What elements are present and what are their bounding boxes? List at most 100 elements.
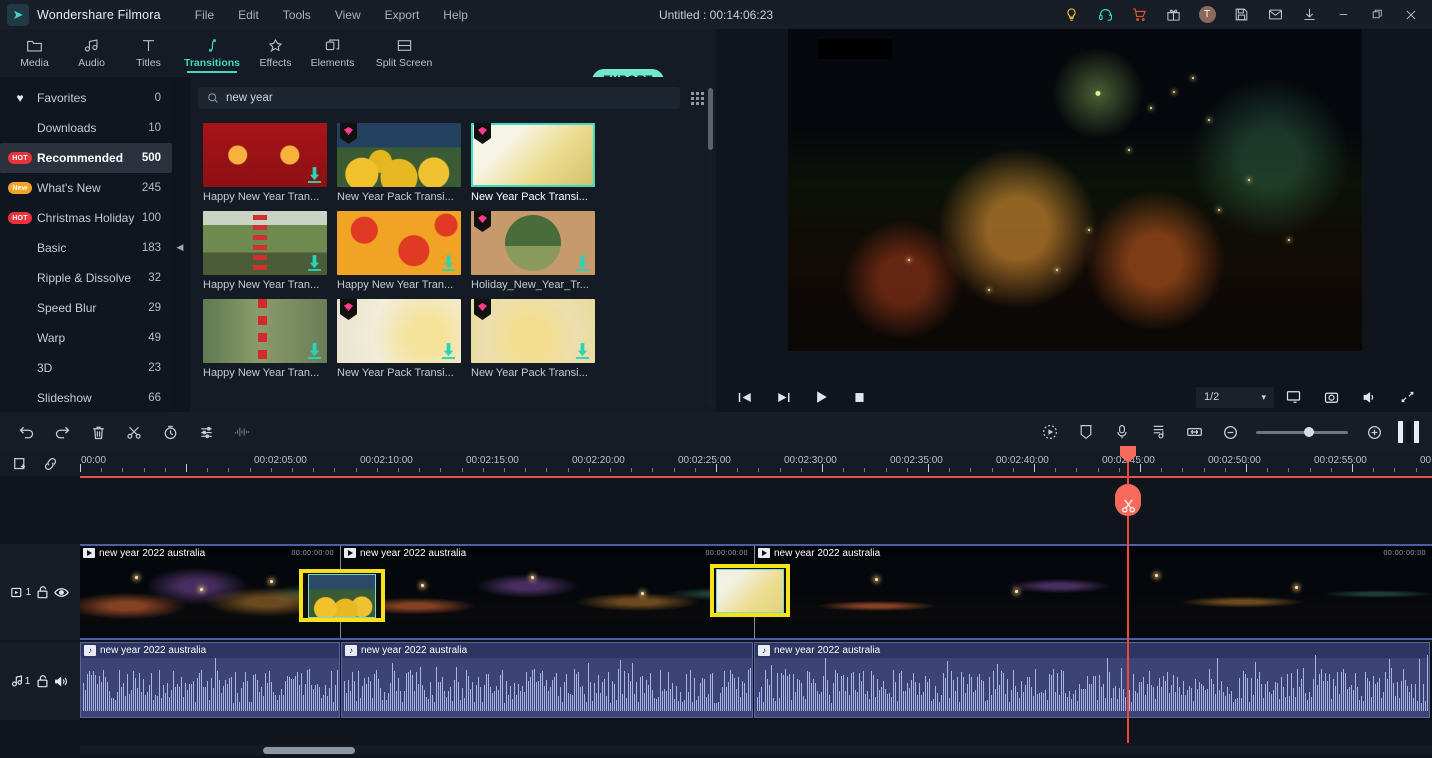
- record-button[interactable]: [1032, 412, 1068, 452]
- timeline-hscroll-thumb[interactable]: [263, 747, 355, 754]
- fit-timeline-button[interactable]: [1176, 412, 1212, 452]
- transition-item[interactable]: Happy New Year Tran...: [337, 211, 461, 291]
- save-icon[interactable]: [1224, 0, 1258, 29]
- tab-transitions[interactable]: Transitions: [177, 29, 247, 77]
- color-adjust-button[interactable]: [188, 412, 224, 452]
- tab-audio[interactable]: Audio: [63, 29, 120, 77]
- menu-export[interactable]: Export: [373, 3, 432, 27]
- fullscreen-button[interactable]: [1388, 382, 1426, 412]
- menu-file[interactable]: File: [183, 3, 226, 27]
- tab-titles[interactable]: Titles: [120, 29, 177, 77]
- download-icon[interactable]: [308, 167, 321, 184]
- video-clip[interactable]: new year 2022 australia 00:00:00:00: [754, 546, 1432, 638]
- audio-clip[interactable]: ♪ new year 2022 australia: [754, 642, 1430, 718]
- snapshot-button[interactable]: [1312, 382, 1350, 412]
- preview-video[interactable]: [788, 29, 1362, 351]
- sidebar-item-basic[interactable]: Basic 183: [0, 233, 172, 263]
- tab-split-screen[interactable]: Split Screen: [361, 29, 447, 77]
- prev-frame-button[interactable]: [726, 382, 764, 412]
- audio-track[interactable]: ♪ new year 2022 australia ♪ new year 202…: [80, 642, 1432, 720]
- transition-item[interactable]: New Year Pack Transi...: [337, 123, 461, 203]
- menu-help[interactable]: Help: [431, 3, 480, 27]
- transition-item[interactable]: Happy New Year Tran...: [203, 123, 327, 203]
- next-frame-button[interactable]: [764, 382, 802, 412]
- sidebar-item-3d[interactable]: 3D 23: [0, 353, 172, 383]
- browser-scrollbar[interactable]: [708, 88, 713, 406]
- sidebar-item-speed-blur[interactable]: Speed Blur 29: [0, 293, 172, 323]
- sidebar-item-favorites[interactable]: ♥ Favorites 0: [0, 83, 172, 113]
- search-input[interactable]: new year: [198, 87, 680, 109]
- download-icon[interactable]: [1292, 0, 1326, 29]
- chevron-left-icon[interactable]: ◀: [174, 235, 186, 259]
- render-preview-button[interactable]: [1274, 382, 1312, 412]
- link-icon[interactable]: [40, 456, 60, 472]
- download-icon[interactable]: [576, 343, 589, 360]
- audio-clip[interactable]: ♪ new year 2022 australia: [341, 642, 753, 718]
- gift-icon[interactable]: [1156, 0, 1190, 29]
- transition-thumbnail[interactable]: [471, 211, 595, 275]
- menu-view[interactable]: View: [323, 3, 373, 27]
- split-button[interactable]: [116, 412, 152, 452]
- tab-elements[interactable]: Elements: [304, 29, 361, 77]
- stop-button[interactable]: [840, 382, 878, 412]
- transition-thumbnail[interactable]: [471, 299, 595, 363]
- transition-thumbnail[interactable]: [203, 123, 327, 187]
- account-avatar[interactable]: T: [1190, 0, 1224, 29]
- unlock-icon[interactable]: [36, 674, 49, 688]
- eye-icon[interactable]: [54, 587, 70, 598]
- close-button[interactable]: [1394, 0, 1428, 29]
- undo-button[interactable]: [8, 412, 44, 452]
- transition-thumbnail[interactable]: [203, 299, 327, 363]
- transition-item[interactable]: Happy New Year Tran...: [203, 211, 327, 291]
- tab-media[interactable]: Media: [6, 29, 63, 77]
- transition-item[interactable]: Happy New Year Tran...: [203, 299, 327, 379]
- sidebar-item-slideshow[interactable]: Slideshow 66: [0, 383, 172, 413]
- marker-button[interactable]: [1068, 412, 1104, 452]
- playhead[interactable]: [1115, 446, 1141, 743]
- transition-item[interactable]: New Year Pack Transi...: [471, 299, 595, 379]
- timeline-ruler[interactable]: 00:00 00:02:05:00 00:02:10:00 00:02:15:0…: [80, 452, 1432, 476]
- timeline-zoom-slider[interactable]: [1256, 427, 1348, 437]
- transition-thumbnail[interactable]: [337, 299, 461, 363]
- cart-icon[interactable]: [1122, 0, 1156, 29]
- redo-button[interactable]: [44, 412, 80, 452]
- sidebar-item-christmas-holiday[interactable]: HOT Christmas Holiday 100: [0, 203, 172, 233]
- sidebar-item-recommended[interactable]: HOT Recommended 500: [0, 143, 172, 173]
- transition-item[interactable]: New Year Pack Transi...: [337, 299, 461, 379]
- sidebar-item-ripple-dissolve[interactable]: Ripple & Dissolve 32: [0, 263, 172, 293]
- play-button[interactable]: [802, 382, 840, 412]
- sidebar-item-downloads[interactable]: Downloads 10: [0, 113, 172, 143]
- playback-quality-select[interactable]: 1/2 ▾: [1196, 386, 1274, 408]
- headset-icon[interactable]: [1088, 0, 1122, 29]
- menu-edit[interactable]: Edit: [226, 3, 271, 27]
- download-icon[interactable]: [576, 255, 589, 272]
- download-icon[interactable]: [308, 255, 321, 272]
- download-icon[interactable]: [442, 255, 455, 272]
- transition-item-selected[interactable]: New Year Pack Transi...: [471, 123, 595, 203]
- minimize-button[interactable]: [1326, 0, 1360, 29]
- lightbulb-icon[interactable]: [1054, 0, 1088, 29]
- transition-thumbnail[interactable]: [203, 211, 327, 275]
- video-track[interactable]: new year 2022 australia 00:00:00:00 new …: [80, 544, 1432, 640]
- audio-clip[interactable]: ♪ new year 2022 australia: [80, 642, 340, 718]
- speed-button[interactable]: [152, 412, 188, 452]
- delete-button[interactable]: [80, 412, 116, 452]
- render-bars-icon[interactable]: [1398, 421, 1420, 443]
- sidebar-item-warp[interactable]: Warp 49: [0, 323, 172, 353]
- restore-button[interactable]: [1360, 0, 1394, 29]
- video-clip[interactable]: new year 2022 australia 00:00:00:00: [340, 546, 754, 638]
- transition-thumbnail[interactable]: [337, 211, 461, 275]
- playhead-split-icon[interactable]: [1115, 484, 1141, 516]
- volume-button[interactable]: [1350, 382, 1388, 412]
- sidebar-item-whats-new[interactable]: New What's New 245: [0, 173, 172, 203]
- add-track-icon[interactable]: [10, 456, 30, 472]
- download-icon[interactable]: [308, 343, 321, 360]
- subtitle-button[interactable]: [1140, 412, 1176, 452]
- transition-thumbnail[interactable]: [471, 123, 595, 187]
- grid-view-icon[interactable]: [684, 91, 710, 105]
- tab-effects[interactable]: Effects: [247, 29, 304, 77]
- speaker-icon[interactable]: [54, 675, 69, 688]
- transition-item[interactable]: Holiday_New_Year_Tr...: [471, 211, 595, 291]
- menu-tools[interactable]: Tools: [271, 3, 323, 27]
- unlock-icon[interactable]: [36, 585, 49, 599]
